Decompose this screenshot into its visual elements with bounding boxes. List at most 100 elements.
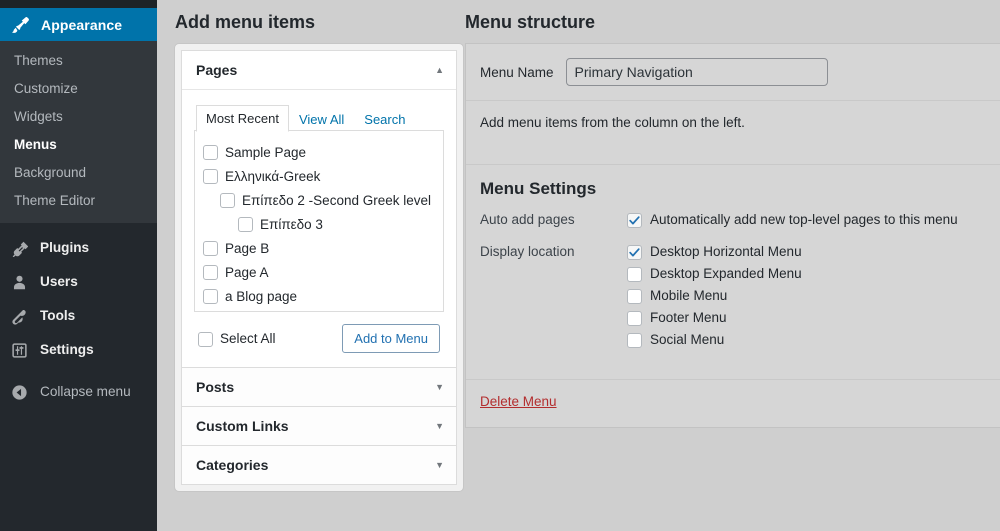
accordion-panel-custom-links: Custom Links ▼ bbox=[181, 406, 457, 445]
submenu-item-background[interactable]: Background bbox=[0, 159, 157, 187]
page-checkbox-row[interactable]: Page A bbox=[203, 261, 435, 285]
sidebar-item-users[interactable]: Users bbox=[0, 265, 157, 299]
delete-menu-section: Delete Menu bbox=[466, 379, 1000, 427]
pages-panel-footer: Select All Add to Menu bbox=[194, 312, 444, 355]
sidebar-item-appearance-label: Appearance bbox=[41, 17, 122, 33]
submenu-item-menus[interactable]: Menus bbox=[0, 131, 157, 159]
location-checkbox[interactable] bbox=[627, 245, 642, 260]
appearance-submenu: Themes Customize Widgets Menus Backgroun… bbox=[0, 41, 157, 223]
accordion-body-pages: Most Recent View All Search Sample Page bbox=[182, 90, 456, 367]
location-option-desktop-horizontal[interactable]: Desktop Horizontal Menu bbox=[627, 243, 1000, 260]
menu-name-label: Menu Name bbox=[480, 65, 554, 80]
location-checkbox[interactable] bbox=[627, 311, 642, 326]
location-checkbox[interactable] bbox=[627, 267, 642, 282]
sidebar-item-users-label: Users bbox=[40, 273, 78, 291]
location-option-mobile[interactable]: Mobile Menu bbox=[627, 287, 1000, 304]
accordion-header-posts-label: Posts bbox=[196, 379, 234, 395]
wrench-icon bbox=[9, 306, 29, 326]
accordion-panel-posts: Posts ▼ bbox=[181, 367, 457, 406]
sidebar-item-plugins[interactable]: Plugins bbox=[0, 231, 157, 265]
page-checkbox[interactable] bbox=[203, 265, 218, 280]
menu-name-input[interactable] bbox=[566, 58, 828, 86]
chevron-down-icon[interactable]: ▼ bbox=[435, 383, 444, 392]
page-checkbox[interactable] bbox=[238, 217, 253, 232]
location-option-footer[interactable]: Footer Menu bbox=[627, 309, 1000, 326]
submenu-item-widgets[interactable]: Widgets bbox=[0, 103, 157, 131]
admin-sidebar: Appearance Themes Customize Widgets Menu… bbox=[0, 0, 157, 531]
chevron-up-icon[interactable]: ▲ bbox=[435, 66, 444, 75]
menu-name-row: Menu Name bbox=[466, 44, 1000, 101]
location-option-label: Desktop Expanded Menu bbox=[650, 266, 802, 281]
auto-add-pages-options: Automatically add new top-level pages to… bbox=[627, 211, 1000, 233]
accordion-header-categories[interactable]: Categories ▼ bbox=[182, 446, 456, 484]
tab-most-recent[interactable]: Most Recent bbox=[196, 105, 289, 132]
page-checkbox-row[interactable]: Επίπεδο 2 -Second Greek level bbox=[203, 189, 435, 213]
auto-add-pages-row: Auto add pages Automatically add new top… bbox=[480, 211, 1000, 233]
menu-structure-title: Menu structure bbox=[465, 0, 1000, 43]
sidebar-menu-list: Plugins Users Tools Settings bbox=[0, 223, 157, 409]
collapse-menu-button[interactable]: Collapse menu bbox=[0, 375, 157, 409]
location-option-label: Mobile Menu bbox=[650, 288, 727, 303]
page-checkbox[interactable] bbox=[203, 145, 218, 160]
display-location-options: Desktop Horizontal Menu Desktop Expanded… bbox=[627, 243, 1000, 353]
tab-view-all[interactable]: View All bbox=[289, 106, 354, 132]
page-checkbox[interactable] bbox=[220, 193, 235, 208]
add-to-menu-button[interactable]: Add to Menu bbox=[342, 324, 440, 353]
menu-settings-heading: Menu Settings bbox=[480, 179, 1000, 199]
accordion-header-posts[interactable]: Posts ▼ bbox=[182, 368, 456, 406]
auto-add-pages-label: Auto add pages bbox=[480, 211, 627, 227]
plug-icon bbox=[9, 238, 29, 258]
sidebar-item-plugins-label: Plugins bbox=[40, 239, 89, 257]
collapse-menu-label: Collapse menu bbox=[40, 383, 131, 401]
sliders-icon bbox=[9, 340, 29, 360]
sidebar-item-settings[interactable]: Settings bbox=[0, 333, 157, 367]
page-label: Sample Page bbox=[225, 143, 306, 163]
page-label: Page B bbox=[225, 239, 269, 259]
page-checkbox-row[interactable]: Sample Page bbox=[203, 141, 435, 165]
sidebar-item-appearance[interactable]: Appearance bbox=[0, 8, 157, 41]
chevron-down-icon[interactable]: ▼ bbox=[435, 461, 444, 470]
accordion-header-custom-links-label: Custom Links bbox=[196, 418, 289, 434]
auto-add-pages-checkbox[interactable] bbox=[627, 213, 642, 228]
user-icon bbox=[9, 272, 29, 292]
menu-structure-column: Menu structure Menu Name Add menu items … bbox=[465, 0, 1000, 428]
chevron-down-icon[interactable]: ▼ bbox=[435, 422, 444, 431]
location-option-desktop-expanded[interactable]: Desktop Expanded Menu bbox=[627, 265, 1000, 282]
location-checkbox[interactable] bbox=[627, 289, 642, 304]
page-checkbox-row[interactable]: a Blog page bbox=[203, 285, 435, 309]
page-checkbox[interactable] bbox=[203, 169, 218, 184]
location-option-label: Footer Menu bbox=[650, 310, 727, 325]
accordion-header-pages-label: Pages bbox=[196, 62, 237, 78]
select-all-checkbox[interactable] bbox=[198, 332, 213, 347]
add-menu-items-accordion: Pages ▲ Most Recent View All Search bbox=[174, 43, 464, 492]
add-menu-items-column: Add menu items Pages ▲ Most Recent View … bbox=[170, 0, 475, 492]
admin-bar-strip bbox=[0, 0, 157, 8]
page-label: Επίπεδο 3 bbox=[260, 215, 323, 235]
auto-add-pages-option[interactable]: Automatically add new top-level pages to… bbox=[627, 211, 1000, 228]
page-checkbox-row[interactable]: Page B bbox=[203, 237, 435, 261]
pages-list-panel[interactable]: Sample Page Ελληνικά-Greek Επίπεδο 2 -Se… bbox=[194, 130, 444, 312]
accordion-header-pages[interactable]: Pages ▲ bbox=[182, 51, 456, 90]
location-option-social[interactable]: Social Menu bbox=[627, 331, 1000, 348]
page-checkbox[interactable] bbox=[203, 241, 218, 256]
page-label: Page A bbox=[225, 263, 269, 283]
sidebar-item-tools-label: Tools bbox=[40, 307, 75, 325]
submenu-item-theme-editor[interactable]: Theme Editor bbox=[0, 187, 157, 215]
accordion-header-custom-links[interactable]: Custom Links ▼ bbox=[182, 407, 456, 445]
submenu-item-themes[interactable]: Themes bbox=[0, 47, 157, 75]
pages-tablist: Most Recent View All Search bbox=[196, 104, 444, 131]
select-all-row[interactable]: Select All bbox=[198, 330, 276, 347]
accordion-panel-pages: Pages ▲ Most Recent View All Search bbox=[181, 50, 457, 367]
menu-structure-panel: Menu Name Add menu items from the column… bbox=[465, 43, 1000, 428]
wordpress-admin-screen: Appearance Themes Customize Widgets Menu… bbox=[0, 0, 1000, 531]
page-checkbox-row[interactable]: Επίπεδο 3 bbox=[203, 213, 435, 237]
page-checkbox[interactable] bbox=[203, 289, 218, 304]
sidebar-item-tools[interactable]: Tools bbox=[0, 299, 157, 333]
submenu-item-customize[interactable]: Customize bbox=[0, 75, 157, 103]
delete-menu-link[interactable]: Delete Menu bbox=[480, 394, 557, 409]
display-location-row: Display location Desktop Horizontal Menu bbox=[480, 243, 1000, 353]
location-checkbox[interactable] bbox=[627, 333, 642, 348]
page-checkbox-row[interactable]: Ελληνικά-Greek bbox=[203, 165, 435, 189]
empty-menu-note: Add menu items from the column on the le… bbox=[466, 101, 1000, 165]
tab-search[interactable]: Search bbox=[354, 106, 415, 132]
